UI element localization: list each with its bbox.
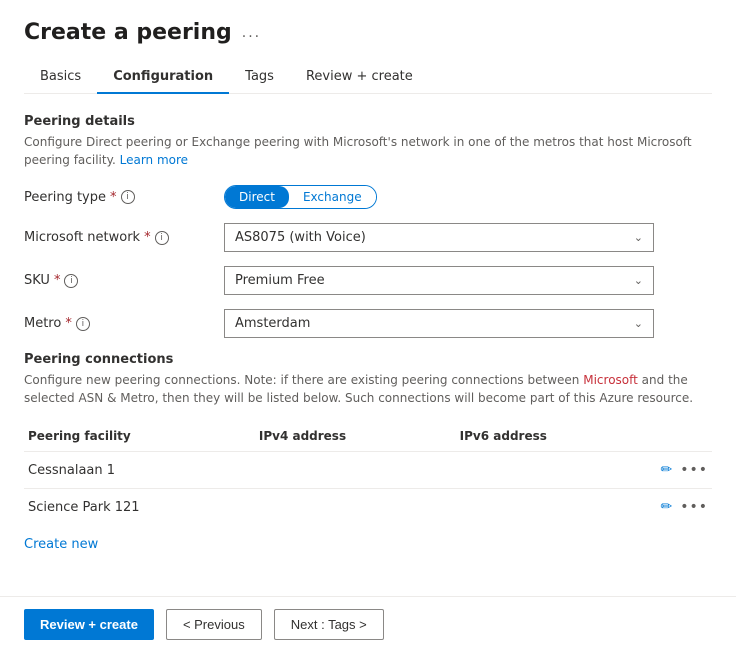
peering-type-toggle[interactable]: Direct Exchange xyxy=(224,185,377,209)
create-new-link[interactable]: Create new xyxy=(24,537,98,552)
sku-row: SKU * i Premium Free ⌄ xyxy=(24,266,712,295)
connections-table: Peering facility IPv4 address IPv6 addre… xyxy=(24,421,712,525)
col-header-ipv4: IPv4 address xyxy=(259,421,460,452)
sku-dropdown[interactable]: Premium Free ⌄ xyxy=(224,266,654,295)
microsoft-network-row: Microsoft network * i AS8075 (with Voice… xyxy=(24,223,712,252)
tab-tags[interactable]: Tags xyxy=(229,61,290,94)
peering-details-desc: Configure Direct peering or Exchange pee… xyxy=(24,133,712,169)
peering-type-row: Peering type * i Direct Exchange xyxy=(24,185,712,209)
metro-row: Metro * i Amsterdam ⌄ xyxy=(24,309,712,338)
actions-cell: ✏ ••• xyxy=(660,452,712,489)
ipv6-cell xyxy=(460,452,661,489)
previous-button[interactable]: < Previous xyxy=(166,609,262,640)
more-icon-2[interactable]: ••• xyxy=(680,499,708,515)
row-actions: ✏ ••• xyxy=(660,462,712,478)
microsoft-network-dropdown[interactable]: AS8075 (with Voice) ⌄ xyxy=(224,223,654,252)
peering-type-info-icon[interactable]: i xyxy=(121,190,135,204)
required-star-4: * xyxy=(65,316,72,331)
col-header-facility: Peering facility xyxy=(24,421,259,452)
actions-cell: ✏ ••• xyxy=(660,489,712,526)
facility-cell: Science Park 121 xyxy=(24,489,259,526)
ipv6-cell xyxy=(460,489,661,526)
review-create-button[interactable]: Review + create xyxy=(24,609,154,640)
facility-cell: Cessnalaan 1 xyxy=(24,452,259,489)
more-icon[interactable]: ••• xyxy=(680,462,708,478)
page-title-area: Create a peering ... xyxy=(24,20,712,45)
edit-icon[interactable]: ✏ xyxy=(660,462,672,478)
table-header-row: Peering facility IPv4 address IPv6 addre… xyxy=(24,421,712,452)
peering-connections-title: Peering connections xyxy=(24,352,712,367)
chevron-down-icon: ⌄ xyxy=(634,231,643,244)
ipv4-cell xyxy=(259,452,460,489)
required-star: * xyxy=(110,190,117,205)
edit-icon-2[interactable]: ✏ xyxy=(660,499,672,515)
chevron-down-icon-3: ⌄ xyxy=(634,317,643,330)
tab-configuration[interactable]: Configuration xyxy=(97,61,229,94)
row-actions-2: ✏ ••• xyxy=(660,499,712,515)
peering-details-section: Peering details Configure Direct peering… xyxy=(24,114,712,338)
next-button[interactable]: Next : Tags > xyxy=(274,609,384,640)
tab-review-create[interactable]: Review + create xyxy=(290,61,429,94)
chevron-down-icon-2: ⌄ xyxy=(634,274,643,287)
table-row: Science Park 121 ✏ ••• xyxy=(24,489,712,526)
peering-connections-section: Peering connections Configure new peerin… xyxy=(24,352,712,552)
col-header-actions xyxy=(660,421,712,452)
toggle-exchange[interactable]: Exchange xyxy=(289,186,376,208)
tab-bar: Basics Configuration Tags Review + creat… xyxy=(24,61,712,94)
col-header-ipv6: IPv6 address xyxy=(460,421,661,452)
required-star-3: * xyxy=(54,273,61,288)
microsoft-network-info-icon[interactable]: i xyxy=(155,231,169,245)
sku-info-icon[interactable]: i xyxy=(64,274,78,288)
metro-dropdown[interactable]: Amsterdam ⌄ xyxy=(224,309,654,338)
peering-connections-desc: Configure new peering connections. Note:… xyxy=(24,371,712,407)
table-row: Cessnalaan 1 ✏ ••• xyxy=(24,452,712,489)
learn-more-link[interactable]: Learn more xyxy=(120,153,188,167)
microsoft-network-label: Microsoft network * i xyxy=(24,230,224,245)
metro-label: Metro * i xyxy=(24,316,224,331)
metro-info-icon[interactable]: i xyxy=(76,317,90,331)
required-star-2: * xyxy=(144,230,151,245)
ipv4-cell xyxy=(259,489,460,526)
page-title-ellipsis: ... xyxy=(242,25,261,41)
sku-label: SKU * i xyxy=(24,273,224,288)
toggle-direct[interactable]: Direct xyxy=(225,186,289,208)
tab-basics[interactable]: Basics xyxy=(24,61,97,94)
footer: Review + create < Previous Next : Tags > xyxy=(0,596,736,652)
peering-details-title: Peering details xyxy=(24,114,712,129)
peering-type-label: Peering type * i xyxy=(24,190,224,205)
page-title: Create a peering xyxy=(24,20,232,45)
